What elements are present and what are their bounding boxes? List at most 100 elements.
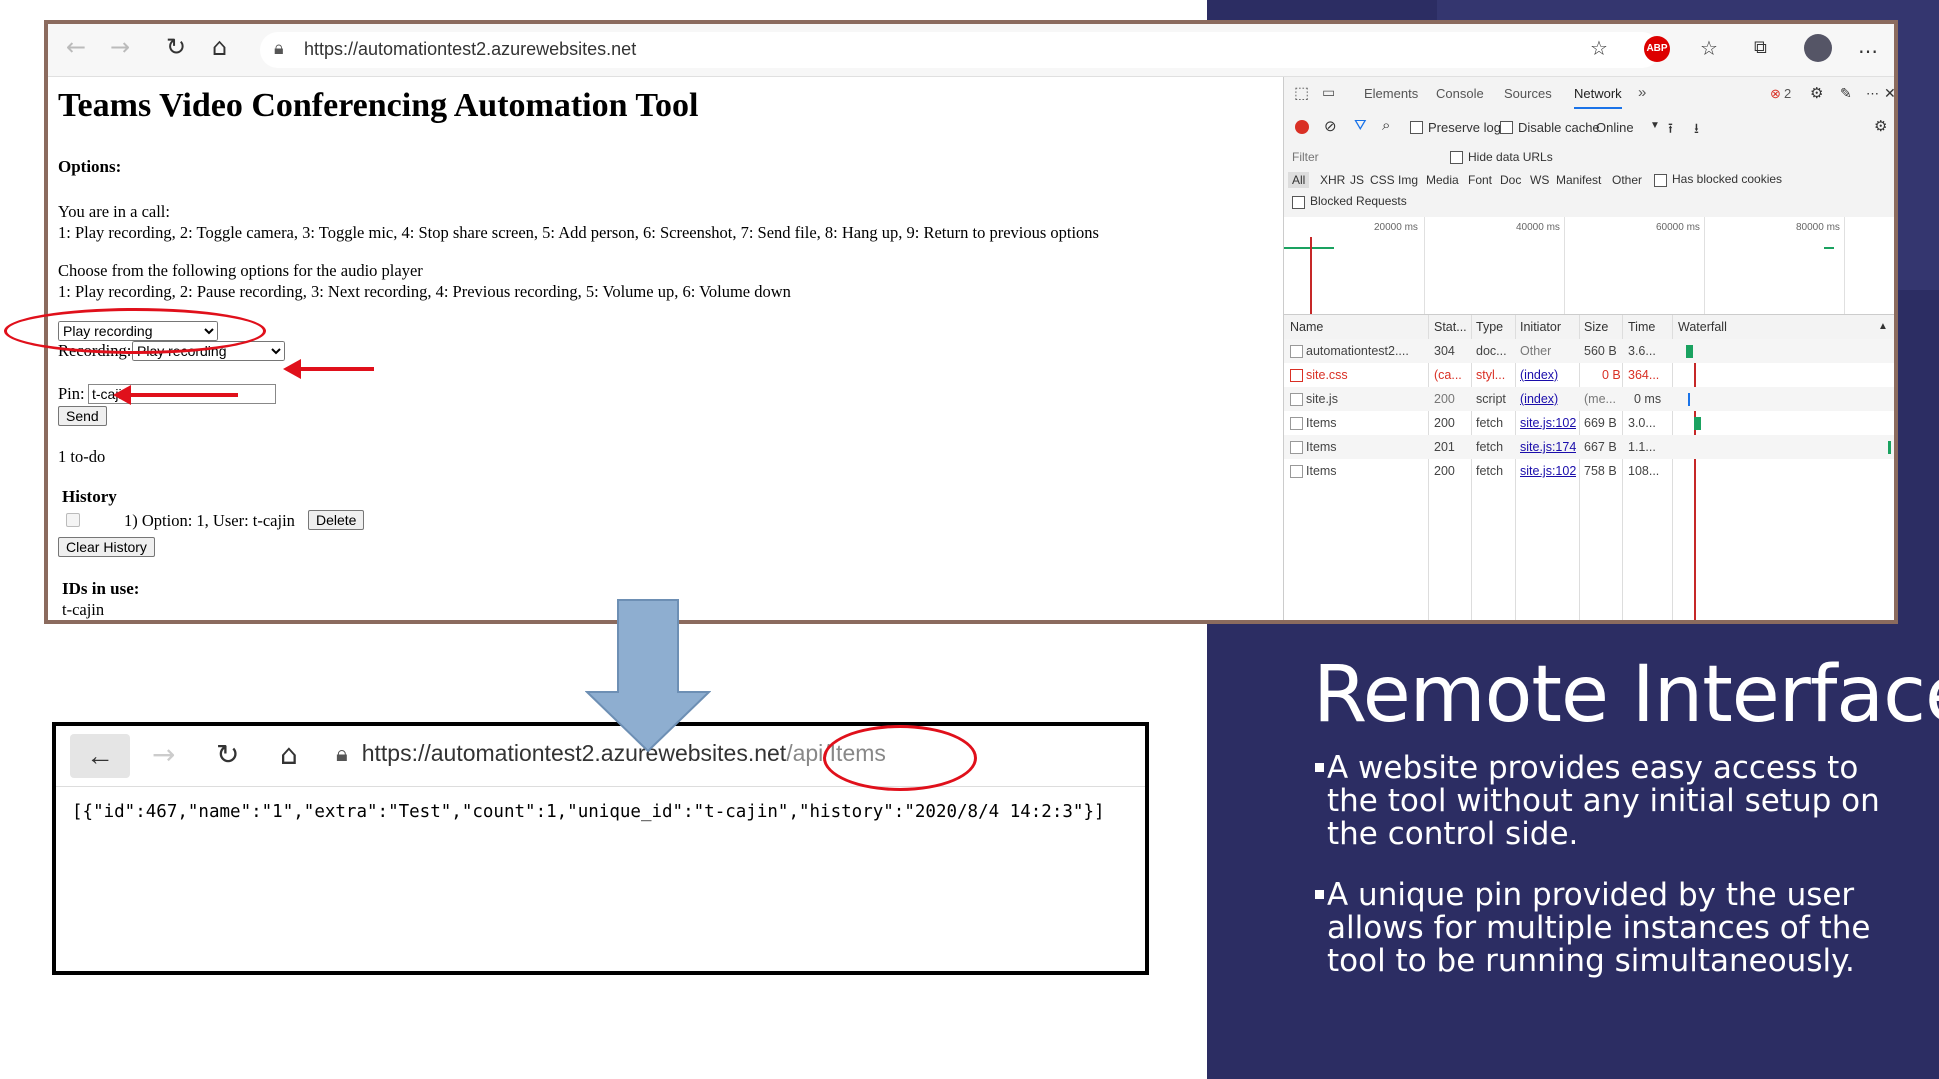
address-bar[interactable]: 🔒︎ https://automationtest2.azurewebsites… (260, 32, 1660, 68)
close-devtools-icon[interactable]: ✕ (1884, 85, 1894, 102)
refresh-icon[interactable]: ↻ (166, 33, 186, 61)
adblock-icon[interactable]: ABP (1644, 36, 1670, 62)
table-row[interactable]: site.js 200 script (index) (me... 0 ms (1284, 387, 1894, 411)
clear-icon[interactable]: ⊘ (1324, 117, 1337, 135)
bullet-text: A unique pin provided by the user allows… (1327, 877, 1871, 979)
more-options-icon[interactable]: … (1858, 34, 1878, 58)
column-header-name[interactable]: Name (1290, 320, 1323, 334)
row-size: 0 B (1602, 368, 1621, 382)
slide-bullets: A website provides easy access to the to… (1312, 752, 1912, 1006)
history-item-checkbox[interactable] (66, 513, 80, 527)
column-header-initiator[interactable]: Initiator (1520, 320, 1561, 334)
timeline-divider (1844, 217, 1845, 314)
tab-elements[interactable]: Elements (1364, 86, 1418, 101)
row-initiator[interactable]: site.js:102 (1520, 464, 1576, 478)
search-icon[interactable]: ⌕ (1382, 117, 1390, 134)
device-toolbar-icon[interactable]: ▭ (1322, 84, 1335, 101)
column-header-waterfall[interactable]: Waterfall (1678, 320, 1727, 334)
import-icon[interactable]: ⭱ (1668, 118, 1673, 142)
timeline-label: 40000 ms (1516, 222, 1560, 233)
blocked-requests-checkbox[interactable] (1292, 196, 1305, 209)
filter-type-manifest[interactable]: Manifest (1556, 173, 1601, 187)
clear-history-button[interactable]: Clear History (58, 537, 155, 557)
table-row[interactable]: site.css (ca... styl... (index) 0 B 364.… (1284, 363, 1894, 387)
forward-arrow-icon[interactable]: → (110, 33, 130, 61)
refresh-icon[interactable]: ↻ (216, 738, 239, 771)
filter-type-doc[interactable]: Doc (1500, 173, 1521, 187)
waterfall-bar (1694, 417, 1701, 430)
table-row[interactable]: Items 200 fetch site.js:102 669 B 3.0... (1284, 411, 1894, 435)
column-header-time[interactable]: Time (1628, 320, 1655, 334)
row-status: (ca... (1434, 368, 1462, 382)
row-status: 201 (1434, 440, 1455, 454)
filter-type-other[interactable]: Other (1612, 173, 1642, 187)
throttle-select[interactable]: Online (1596, 120, 1634, 135)
table-row[interactable]: Items 200 fetch site.js:102 758 B 108... (1284, 459, 1894, 483)
filter-icon[interactable]: ⛛ (1354, 117, 1367, 134)
favorites-icon[interactable]: ☆ (1700, 36, 1718, 60)
row-time: 1.1... (1628, 440, 1656, 454)
bottom-browser-window: ← → ↻ ⌂ 🔒︎ https://automationtest2.azurew… (52, 722, 1149, 975)
back-arrow-icon[interactable]: ← (66, 33, 86, 61)
inspect-element-icon[interactable]: ⬚ (1294, 83, 1309, 103)
column-header-type[interactable]: Type (1476, 320, 1503, 334)
row-initiator[interactable]: (index) (1520, 392, 1558, 406)
forward-arrow-icon[interactable]: → (152, 738, 175, 771)
preserve-log-checkbox[interactable] (1410, 121, 1423, 134)
filter-type-css[interactable]: CSS (1370, 173, 1395, 187)
settings-icon[interactable]: ⚙ (1810, 84, 1823, 102)
row-initiator[interactable]: site.js:174 (1520, 440, 1576, 454)
tab-console[interactable]: Console (1436, 86, 1484, 101)
row-initiator[interactable]: (index) (1520, 368, 1558, 382)
address-url: https://automationtest2.azurewebsites.ne… (304, 39, 637, 59)
pin-label: Pin: (58, 384, 85, 403)
disable-cache-checkbox[interactable] (1500, 121, 1513, 134)
export-icon[interactable]: ⭳ (1694, 118, 1699, 142)
filter-type-ws[interactable]: WS (1530, 173, 1549, 187)
tab-sources[interactable]: Sources (1504, 86, 1552, 101)
network-request-table: Name Stat... Type Initiator Size Time Wa… (1284, 315, 1894, 620)
home-icon[interactable]: ⌂ (280, 738, 298, 771)
profile-avatar[interactable] (1804, 34, 1832, 62)
waterfall-bar (1688, 393, 1690, 406)
table-row[interactable]: Items 201 fetch site.js:174 667 B 1.1... (1284, 435, 1894, 459)
row-type: fetch (1476, 416, 1504, 430)
lock-icon: 🔒︎ (336, 741, 348, 766)
column-header-size[interactable]: Size (1584, 320, 1608, 334)
more-tabs-icon[interactable]: » (1638, 84, 1646, 101)
filter-type-all[interactable]: All (1288, 172, 1310, 188)
back-arrow-icon[interactable]: ← (70, 734, 130, 778)
send-button[interactable]: Send (58, 406, 107, 426)
file-icon (1290, 441, 1303, 454)
filter-bar: Hide data URLs All XHR JS CSS Img Media … (1284, 143, 1894, 218)
network-settings-icon[interactable]: ⚙ (1874, 117, 1887, 135)
file-icon (1290, 393, 1303, 406)
filter-type-img[interactable]: Img (1398, 173, 1418, 187)
filter-type-media[interactable]: Media (1426, 173, 1459, 187)
red-arrow-line (300, 367, 374, 371)
customize-icon[interactable]: ⋯ (1866, 86, 1879, 102)
tab-network[interactable]: Network (1574, 86, 1622, 109)
filter-input[interactable] (1290, 147, 1434, 167)
star-icon[interactable]: ☆ (1590, 36, 1608, 60)
bullet-square-icon (1315, 763, 1324, 772)
table-row[interactable]: automationtest2.... 304 doc... Other 560… (1284, 339, 1894, 363)
feedback-icon[interactable]: ✎ (1840, 85, 1852, 102)
audio-prompt-text: Choose from the following options for th… (58, 261, 423, 280)
filter-type-xhr[interactable]: XHR (1320, 173, 1345, 187)
row-initiator[interactable]: site.js:102 (1520, 416, 1576, 430)
chevron-down-icon[interactable]: ▼ (1650, 120, 1660, 131)
delete-button[interactable]: Delete (308, 510, 365, 530)
blocked-requests-label: Blocked Requests (1310, 194, 1407, 208)
network-overview-timeline[interactable]: 20000 ms 40000 ms 60000 ms 80000 ms (1284, 217, 1894, 315)
home-icon[interactable]: ⌂ (212, 33, 227, 61)
hide-data-urls-checkbox[interactable] (1450, 151, 1463, 164)
sort-up-icon[interactable]: ▲ (1878, 321, 1888, 332)
has-blocked-cookies-checkbox[interactable] (1654, 174, 1667, 187)
collections-icon[interactable]: ⧉ (1754, 37, 1767, 58)
column-header-status[interactable]: Stat... (1434, 320, 1467, 334)
filter-type-font[interactable]: Font (1468, 173, 1492, 187)
record-icon[interactable] (1295, 120, 1309, 134)
filter-type-js[interactable]: JS (1350, 173, 1364, 187)
file-icon (1290, 345, 1303, 358)
